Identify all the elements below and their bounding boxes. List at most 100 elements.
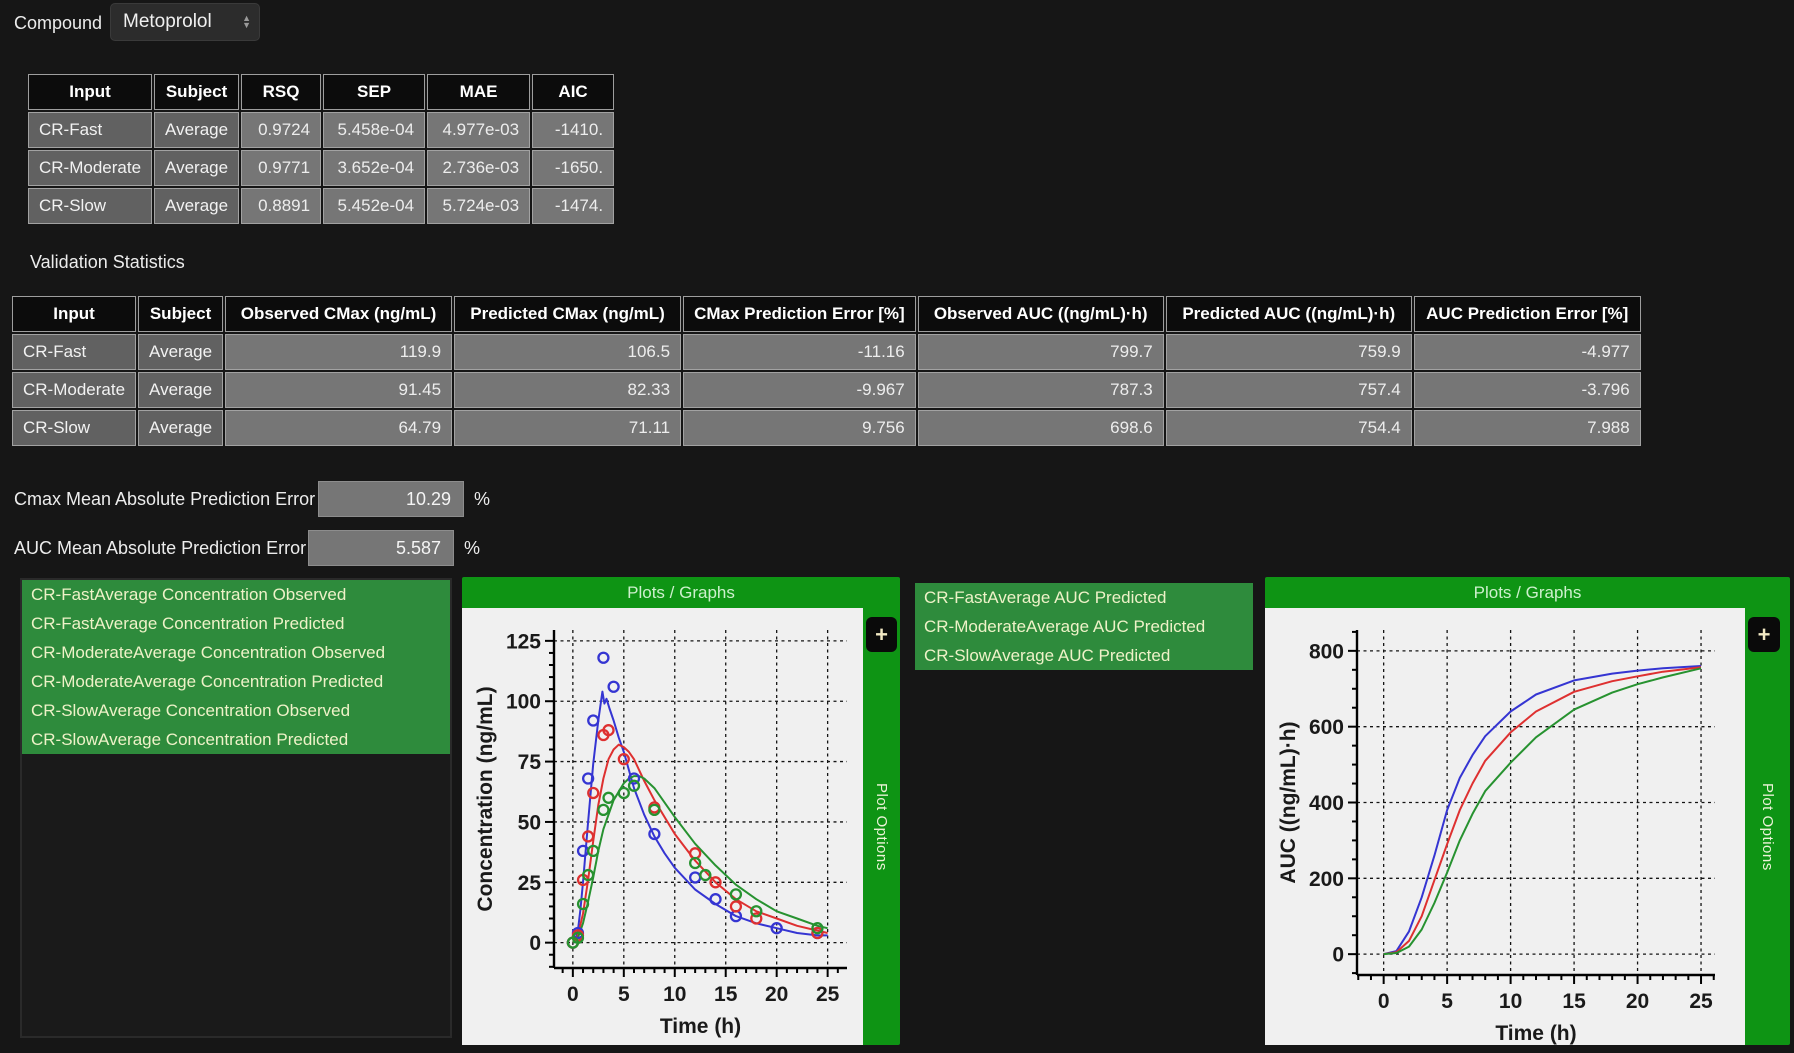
cell: CR-Moderate (28, 150, 152, 186)
table-row: CR-Moderate Average 91.45 82.33 -9.967 7… (12, 372, 1641, 408)
cell: 787.3 (918, 372, 1164, 408)
concentration-series-listbox[interactable]: CR-FastAverage Concentration Observed CR… (20, 578, 452, 1038)
cell: 64.79 (225, 410, 452, 446)
add-plot-button[interactable]: + (1748, 617, 1780, 652)
col-header: MAE (427, 74, 530, 110)
cmax-error-value: 10.29 (406, 489, 451, 510)
svg-text:Time (h): Time (h) (660, 1015, 741, 1038)
list-item[interactable]: CR-FastAverage Concentration Observed (22, 580, 450, 609)
compound-select-value: Metoprolol (123, 11, 242, 33)
plot-panel-header: Plots / Graphs (462, 577, 900, 608)
col-header: AIC (532, 74, 614, 110)
cell: 799.7 (918, 334, 1164, 370)
cell: 698.6 (918, 410, 1164, 446)
svg-text:600: 600 (1309, 716, 1344, 739)
spinner-arrows-icon: ▲▼ (242, 15, 251, 29)
list-item[interactable]: CR-FastAverage AUC Predicted (915, 583, 1253, 612)
cell: 82.33 (454, 372, 681, 408)
list-item[interactable]: CR-ModerateAverage AUC Predicted (915, 612, 1253, 641)
cell: Average (154, 188, 239, 224)
svg-text:25: 25 (816, 983, 840, 1006)
svg-text:100: 100 (506, 691, 541, 714)
cmax-error-field[interactable]: 10.29 (318, 481, 464, 517)
list-item[interactable]: CR-SlowAverage AUC Predicted (915, 641, 1253, 670)
col-header: Subject (138, 296, 223, 332)
compound-select[interactable]: Metoprolol ▲▼ (110, 3, 260, 41)
plot-options-label: Plot Options (1759, 783, 1776, 871)
compound-label: Compound (14, 13, 102, 34)
auc-chart: 05101520250200400600800Time (h)AUC ((ng/… (1265, 608, 1745, 1045)
cell: CR-Slow (12, 410, 136, 446)
table-row: CR-Slow Average 64.79 71.11 9.756 698.6 … (12, 410, 1641, 446)
plot-options-label: Plot Options (873, 783, 890, 871)
list-item[interactable]: CR-SlowAverage Concentration Predicted (22, 725, 450, 754)
col-header: Subject (154, 74, 239, 110)
cell: 754.4 (1166, 410, 1412, 446)
cell: 0.9724 (241, 112, 321, 148)
svg-text:400: 400 (1309, 792, 1344, 815)
table-row: CR-Moderate Average 0.9771 3.652e-04 2.7… (28, 150, 614, 186)
svg-text:10: 10 (1499, 990, 1522, 1013)
concentration-plot-panel: Plots / Graphs 05101520250255075100125Ti… (462, 577, 900, 1045)
cell: 5.724e-03 (427, 188, 530, 224)
svg-text:0: 0 (1332, 944, 1344, 967)
cell: 757.4 (1166, 372, 1412, 408)
svg-text:800: 800 (1309, 640, 1344, 663)
cmax-error-unit: % (474, 489, 490, 510)
plot-options-tab[interactable]: Plot Options (863, 608, 900, 1045)
cell: -1474. (532, 188, 614, 224)
cell: CR-Fast (28, 112, 152, 148)
concentration-chart: 05101520250255075100125Time (h)Concentra… (462, 608, 863, 1045)
cell: -11.16 (683, 334, 916, 370)
svg-text:AUC ((ng/mL)·h): AUC ((ng/mL)·h) (1277, 721, 1300, 883)
auc-series-listbox[interactable]: CR-FastAverage AUC Predicted CR-Moderate… (915, 583, 1253, 670)
cell: 119.9 (225, 334, 452, 370)
svg-text:Concentration (ng/mL): Concentration (ng/mL) (474, 686, 497, 911)
table-header-row: Input Subject Observed CMax (ng/mL) Pred… (12, 296, 1641, 332)
cell: 5.452e-04 (323, 188, 425, 224)
svg-text:125: 125 (506, 630, 541, 653)
add-plot-button[interactable]: + (866, 617, 897, 652)
svg-text:50: 50 (518, 811, 541, 834)
cell: Average (154, 150, 239, 186)
plot-panel-header: Plots / Graphs (1265, 577, 1790, 608)
cell: -9.967 (683, 372, 916, 408)
cell: 9.756 (683, 410, 916, 446)
cell: Average (154, 112, 239, 148)
auc-error-value: 5.587 (396, 538, 441, 559)
svg-text:25: 25 (518, 872, 542, 895)
cell: Average (138, 334, 223, 370)
col-header: CMax Prediction Error [%] (683, 296, 916, 332)
svg-text:0: 0 (529, 932, 541, 955)
auc-plot-panel: Plots / Graphs 05101520250200400600800Ti… (1265, 577, 1790, 1045)
cell: 106.5 (454, 334, 681, 370)
col-header: Predicted AUC ((ng/mL)·h) (1166, 296, 1412, 332)
auc-error-unit: % (464, 538, 480, 559)
svg-text:15: 15 (714, 983, 738, 1006)
list-item[interactable]: CR-FastAverage Concentration Predicted (22, 609, 450, 638)
list-item[interactable]: CR-ModerateAverage Concentration Observe… (22, 638, 450, 667)
svg-text:200: 200 (1309, 868, 1344, 891)
cell: 0.8891 (241, 188, 321, 224)
cell: CR-Moderate (12, 372, 136, 408)
cell: 3.652e-04 (323, 150, 425, 186)
cmax-error-label: Cmax Mean Absolute Prediction Error (14, 489, 315, 510)
auc-error-label: AUC Mean Absolute Prediction Error (14, 538, 306, 559)
cell: Average (138, 410, 223, 446)
table-row: CR-Fast Average 119.9 106.5 -11.16 799.7… (12, 334, 1641, 370)
col-header: Input (12, 296, 136, 332)
table-row: CR-Slow Average 0.8891 5.452e-04 5.724e-… (28, 188, 614, 224)
list-item[interactable]: CR-SlowAverage Concentration Observed (22, 696, 450, 725)
list-item[interactable]: CR-ModerateAverage Concentration Predict… (22, 667, 450, 696)
cell: Average (138, 372, 223, 408)
app-window: { "compound": { "label": "Compound", "va… (0, 0, 1794, 1053)
svg-text:5: 5 (1441, 990, 1453, 1013)
cell: CR-Slow (28, 188, 152, 224)
svg-text:0: 0 (567, 983, 579, 1006)
cell: -1650. (532, 150, 614, 186)
plot-options-tab[interactable]: Plot Options (1745, 608, 1790, 1045)
auc-error-field[interactable]: 5.587 (308, 530, 454, 566)
cell: -1410. (532, 112, 614, 148)
concentration-plot-area: 05101520250255075100125Time (h)Concentra… (462, 608, 863, 1045)
table-header-row: Input Subject RSQ SEP MAE AIC (28, 74, 614, 110)
